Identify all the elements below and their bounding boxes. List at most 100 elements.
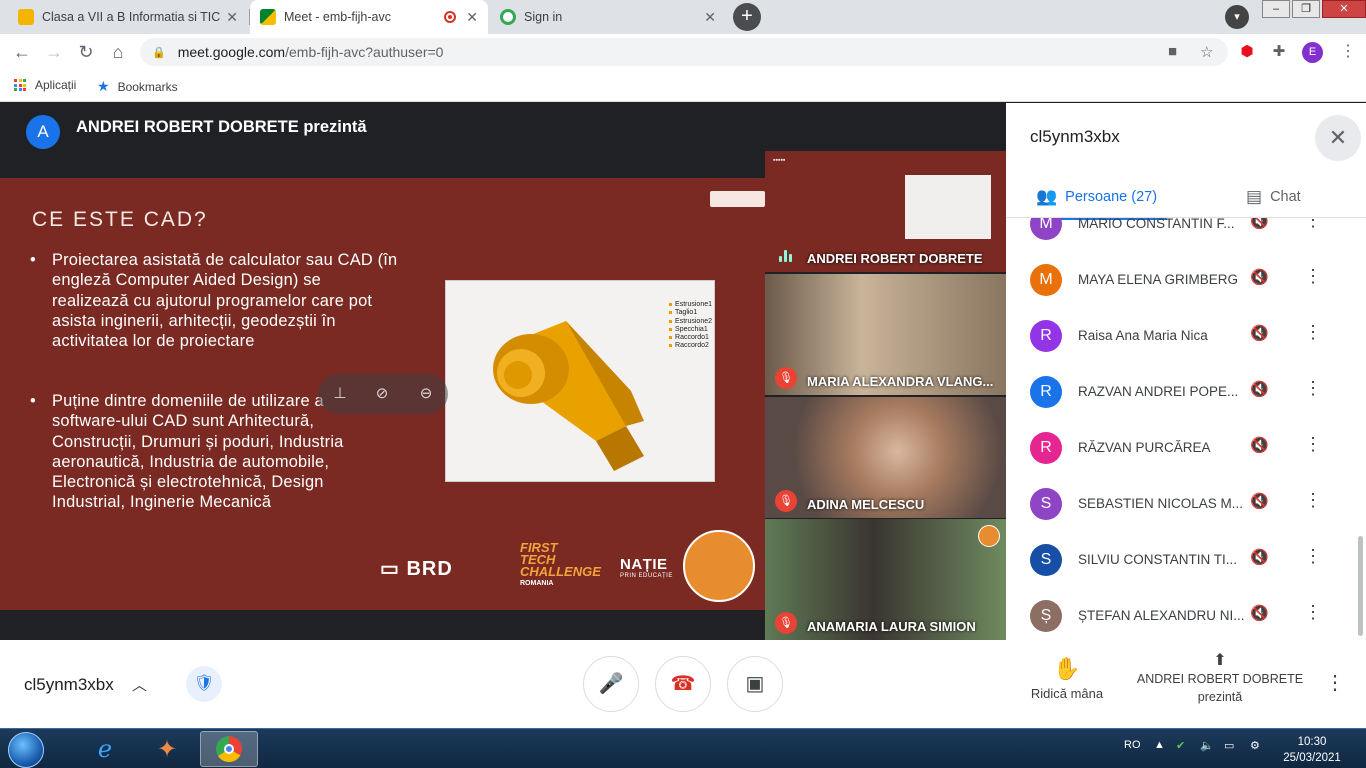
tab-people[interactable]: 👥 Persoane (27) [1036,175,1168,220]
hangup-icon: ☎ [670,673,696,695]
person-name: Raisa Ana Maria Nica [1078,328,1208,343]
address-bar[interactable]: 🔒 meet.google.com/emb-fijh-avc?authuser=… [140,38,1228,66]
person-row[interactable]: S SEBASTIEN NICOLAS M... 🔇 ⋮ [1006,476,1366,532]
more-options-icon[interactable]: ⋮ [1304,490,1322,511]
person-row[interactable]: M MAYA ELENA GRIMBERG 🔇 ⋮ [1006,252,1366,308]
language-indicator[interactable]: RO [1124,739,1141,751]
person-avatar: S [1030,488,1062,520]
extensions-puzzle-icon[interactable]: ✚ [1269,42,1289,62]
participant-tile[interactable]: ▪▪▪▪▪ ANDREI ROBERT DOBRETE [765,151,1006,272]
mic-off-icon[interactable]: ⊘ [370,382,394,406]
participant-tile[interactable]: 🎙 MARIA ALEXANDRA VLANG... [765,274,1006,395]
signin-icon [500,9,516,25]
close-icon[interactable]: ✕ [226,9,238,25]
more-options-icon[interactable]: ⋮ [1304,266,1322,287]
maximize-icon[interactable]: ❐ [1292,0,1320,18]
bookmark-star-icon[interactable]: ☆ [1200,43,1213,61]
more-options-icon[interactable]: ⋮ [1325,670,1345,695]
chrome-profile-menu-icon[interactable]: ▾ [1225,5,1249,29]
camera-button[interactable]: ▣ [727,656,783,712]
url-host: meet.google.com [177,44,286,60]
mic-off-icon[interactable]: 🔇 [1250,548,1269,566]
internet-explorer-icon[interactable]: ℯ [76,731,134,767]
mic-off-icon[interactable]: 🔇 [1250,268,1269,286]
minimize-icon[interactable]: – [1262,0,1290,18]
new-tab-button[interactable]: + [733,3,761,31]
person-row[interactable]: R Raisa Ana Maria Nica 🔇 ⋮ [1006,308,1366,364]
system-clock[interactable]: 10:30 25/03/2021 [1282,734,1342,766]
chrome-menu-icon[interactable]: ⋮ [1338,42,1358,62]
power-icon[interactable]: ⚙ [1250,739,1260,752]
mic-off-icon[interactable]: 🔇 [1250,492,1269,510]
camera-in-use-icon[interactable]: ■ [1168,43,1177,60]
lock-icon: 🔒 [152,46,166,59]
participant-name: MARIA ALEXANDRA VLANG... [807,374,994,389]
person-name: SILVIU CONSTANTIN TI... [1078,552,1238,567]
more-options-icon[interactable]: ⋮ [1304,218,1322,231]
person-avatar: M [1030,218,1062,240]
bullet-dot: • [30,392,36,410]
muted-icon: 🎙 [775,612,797,634]
meeting-details-chevron-icon[interactable]: ︿ [132,674,147,695]
network-status-icon[interactable]: ✔ [1176,739,1185,752]
person-row[interactable]: M MARIO CONSTANTIN F... 🔇 ⋮ [1006,218,1366,252]
bookmark-apps[interactable]: Aplicații [14,78,76,92]
app-icon[interactable]: ✦ [138,731,196,767]
ftc-country: ROMANIA [520,580,554,587]
participant-tile[interactable]: 🎙 ANAMARIA LAURA SIMION [765,519,1006,640]
bookmark-bookmarks[interactable]: ★ Bookmarks [97,78,178,95]
show-hidden-icons-icon[interactable]: ▲ [1154,739,1165,751]
scrollbar-thumb[interactable] [1358,536,1363,636]
mic-off-icon[interactable]: 🔇 [1250,218,1269,230]
browser-tab-meet[interactable]: Meet - emb-fijh-avc ✕ [250,0,488,34]
chrome-icon [216,736,242,762]
tab-chat[interactable]: ▤ Chat [1246,175,1301,219]
pin-icon[interactable]: ⊥ [328,382,352,406]
mic-off-icon[interactable]: 🔇 [1250,324,1269,342]
more-options-icon[interactable]: ⋮ [1304,322,1322,343]
host-controls-shield-icon[interactable]: 🛡 [186,666,222,702]
person-row[interactable]: Ș ȘTEFAN ALEXANDRU NI... 🔇 ⋮ [1006,588,1366,640]
chrome-taskbar-icon[interactable] [200,731,258,767]
more-options-icon[interactable]: ⋮ [1304,546,1322,567]
more-options-icon[interactable]: ⋮ [1304,434,1322,455]
person-name: RAZVAN ANDREI POPE... [1078,384,1239,399]
chat-icon: ▤ [1246,187,1263,206]
mic-off-icon[interactable]: 🔇 [1250,380,1269,398]
star-icon: ★ [97,78,110,94]
person-row[interactable]: R RAZVAN ANDREI POPE... 🔇 ⋮ [1006,364,1366,420]
close-icon[interactable]: ✕ [704,9,716,25]
mic-off-icon[interactable]: 🔇 [1250,436,1269,454]
mic-off-icon[interactable]: 🔇 [1250,604,1269,622]
slide-title: CE ESTE CAD? [32,208,208,231]
bullet-text: Puține dintre domeniile de utilizare a s… [52,392,344,512]
participant-tile[interactable]: 🎙 ADINA MELCESCU [765,397,1006,518]
volume-icon[interactable]: 🔈 [1200,739,1214,752]
microphone-button[interactable]: 🎤 [583,656,639,712]
raise-hand-label: Ridică mâna [1030,686,1104,701]
action-center-icon[interactable]: ▭ [1224,739,1234,752]
person-row[interactable]: R RĂZVAN PURCĂREA 🔇 ⋮ [1006,420,1366,476]
profile-avatar[interactable]: E [1302,42,1323,63]
start-button[interactable] [8,732,44,768]
reload-icon[interactable]: ↻ [75,41,97,63]
close-icon[interactable]: ✕ [466,9,478,25]
browser-tab-signin[interactable]: Sign in ✕ [490,0,726,34]
leave-call-button[interactable]: ☎ [655,656,711,712]
person-row[interactable]: S SILVIU CONSTANTIN TI... 🔇 ⋮ [1006,532,1366,588]
more-options-icon[interactable]: ⋮ [1304,602,1322,623]
close-panel-button[interactable]: ✕ [1315,115,1361,161]
raise-hand-button[interactable]: ✋ Ridică mâna [1016,656,1118,701]
more-options-icon[interactable]: ⋮ [1304,378,1322,399]
home-icon[interactable]: ⌂ [107,41,129,63]
windows-taskbar: ℯ ✦ RO ▲ ✔ 🔈 ▭ ⚙ 10:30 25/03/2021 [0,728,1366,768]
forward-icon[interactable]: → [43,41,65,63]
extension-adblock-icon[interactable]: ⬢ [1237,42,1257,62]
brd-logo: ▭ BRD [380,558,453,580]
browser-tab-classroom[interactable]: Clasa a VII a B Informatia si TIC ✕ [8,0,248,34]
window-close-icon[interactable]: ✕ [1322,0,1366,18]
remove-icon[interactable]: ⊖ [414,382,438,406]
present-button[interactable]: ⬆ ANDREI ROBERT DOBRETE prezintă [1130,652,1310,706]
back-icon[interactable]: ← [11,41,33,63]
recording-icon [444,11,456,23]
